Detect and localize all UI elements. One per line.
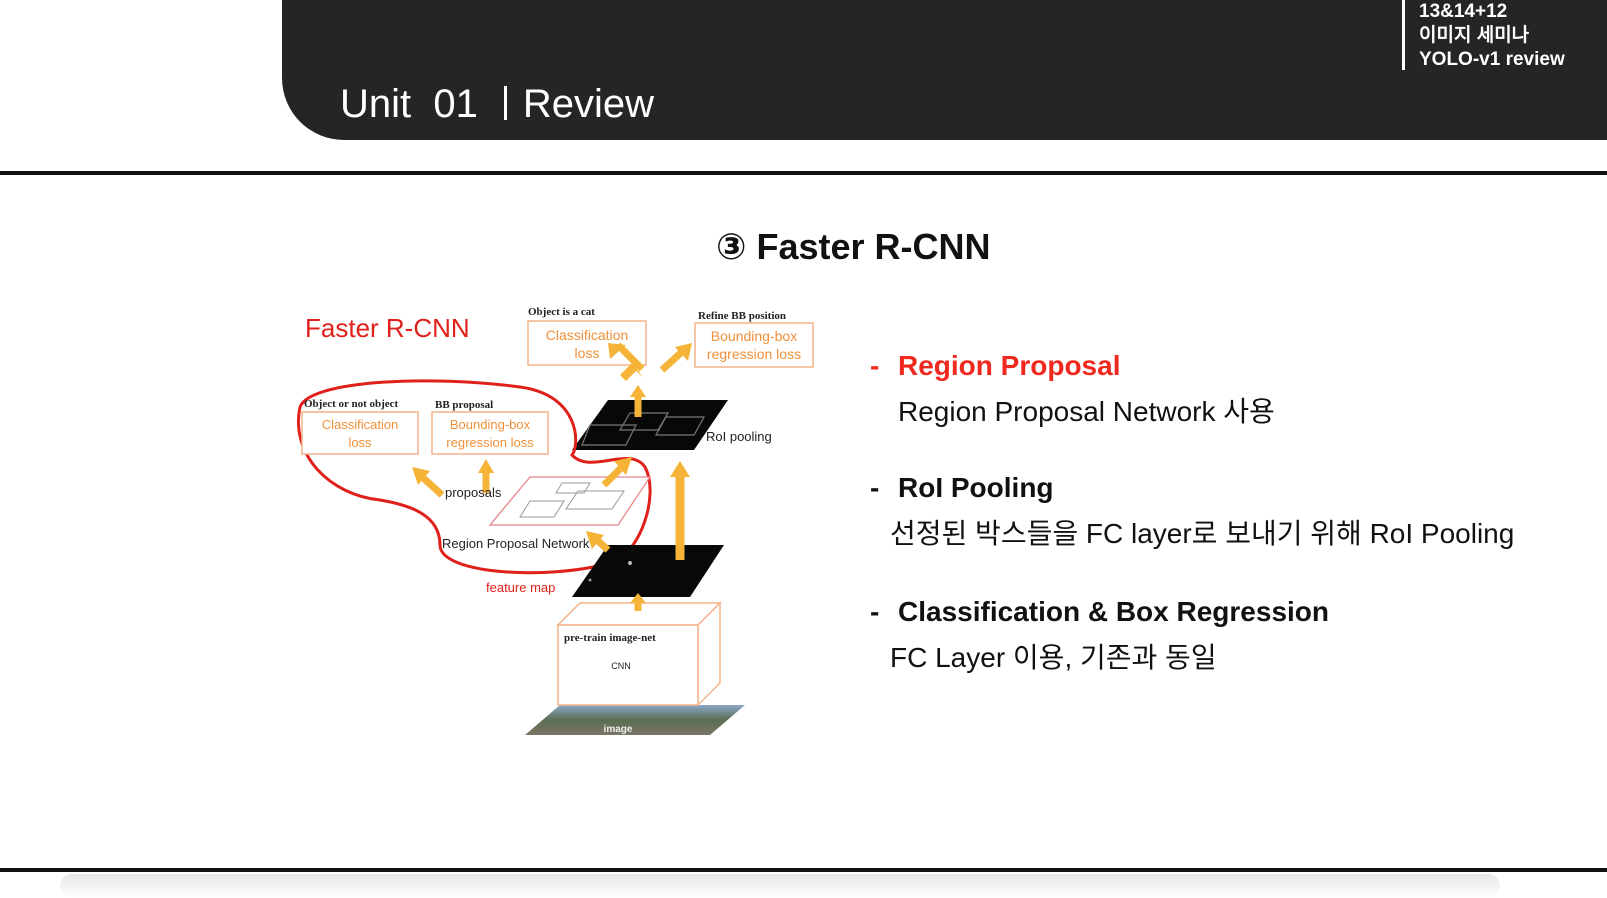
arrow-head-rpn-bb <box>478 459 494 473</box>
top-bb-caption: Refine BB position <box>698 310 786 322</box>
rpn-bb-box-line1: Bounding-box <box>450 417 531 432</box>
rpn-cls-box-line2: loss <box>348 435 372 450</box>
top-cls-box-line2: loss <box>575 345 600 361</box>
image-label: image <box>604 724 633 735</box>
header-tag: 13&14+12 이미지 세미나 YOLO-v1 review <box>1402 0 1565 70</box>
rpn-cls-caption: Object or not object <box>304 398 399 410</box>
faster-rcnn-diagram: Faster R-CNN Object is a cat Classificat… <box>297 306 814 735</box>
tag-line-2: 이미지 세미나 <box>1419 25 1530 46</box>
feature-map <box>572 545 724 597</box>
top-divider <box>0 171 1607 175</box>
rpn-label: Region Proposal Network <box>442 536 590 551</box>
top-bb-box-line2: regression loss <box>707 346 801 362</box>
bullet-2-body: 선정된 박스들을 FC layer로 보내기 위해 RoI Pooling <box>890 518 1515 549</box>
diagram-title: Faster R-CNN <box>305 313 470 343</box>
roi-pooling-label: RoI pooling <box>706 429 772 444</box>
rpn-bb-box-line2: regression loss <box>446 435 534 450</box>
feature-dot-1 <box>628 561 632 565</box>
arrow-head-feature-to-roi <box>670 461 690 477</box>
bullet-3-body: FC Layer 이용, 기존과 동일 <box>890 642 1217 673</box>
bottom-shadow <box>60 874 1500 898</box>
section-label: Review <box>522 82 655 126</box>
cnn-label: CNN <box>611 661 631 671</box>
input-image <box>525 705 745 735</box>
rpn-cls-box-line1: Classification <box>322 417 399 432</box>
feature-dot-2 <box>588 578 592 582</box>
arrow-head-roi-up <box>630 385 646 397</box>
bullet-2-dash: - <box>870 472 880 503</box>
title-separator <box>503 86 507 120</box>
top-cls-caption: Object is a cat <box>528 306 595 318</box>
unit-title: Unit 01 Review <box>340 82 654 127</box>
bullet-1-dash: - <box>870 350 880 381</box>
unit-label: Unit 01 <box>340 82 478 126</box>
tag-line-3: YOLO-v1 review <box>1419 49 1565 70</box>
top-cls-box-line1: Classification <box>546 327 628 343</box>
cnn-caption: pre-train image-net <box>564 632 656 644</box>
top-bb-box-line1: Bounding-box <box>711 328 797 344</box>
tag-line-1: 13&14+12 <box>1419 1 1508 22</box>
rpn-bb-caption: BB proposal <box>435 399 493 411</box>
bullet-3-heading: Classification & Box Regression <box>898 596 1330 627</box>
feature-map-label: feature map <box>486 580 555 595</box>
bullet-3-dash: - <box>870 596 880 627</box>
bullet-2-heading: RoI Pooling <box>898 472 1054 503</box>
bottom-divider <box>0 868 1607 872</box>
proposals-label: proposals <box>445 485 502 500</box>
slide-title: ③ Faster R-CNN <box>716 226 991 267</box>
bullet-1-heading: Region Proposal <box>898 350 1121 381</box>
proposals-plane <box>488 476 652 526</box>
bullet-1-body: Region Proposal Network 사용 <box>898 396 1275 427</box>
